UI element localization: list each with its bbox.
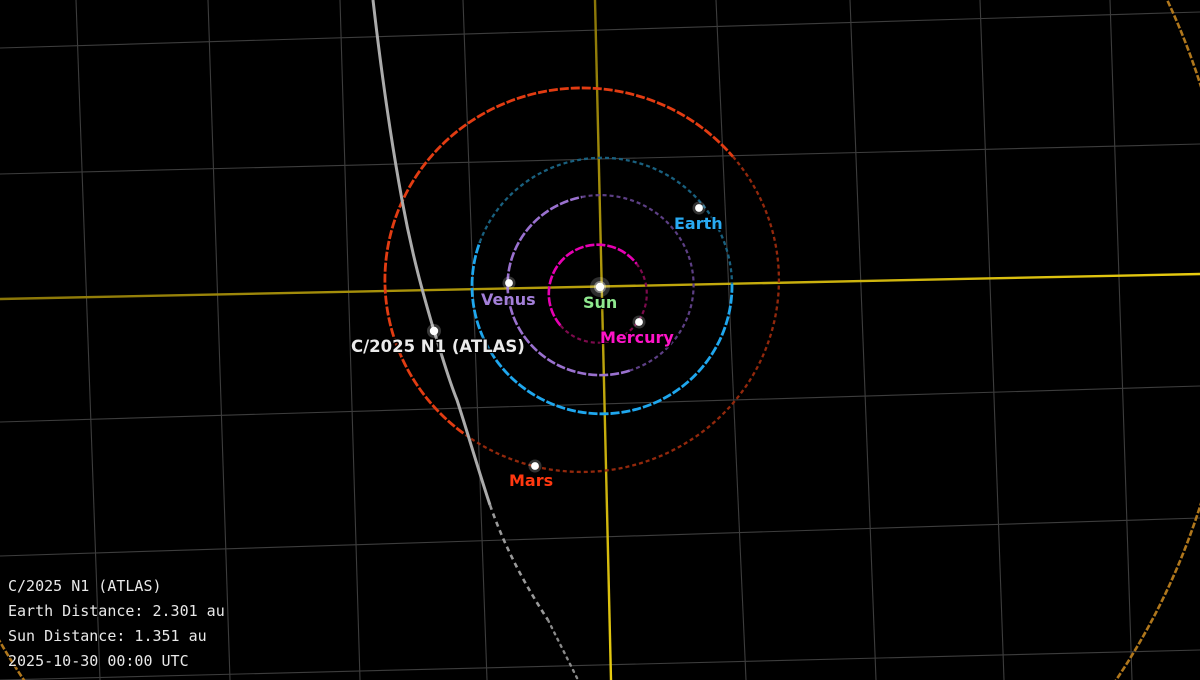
mars-orbit-above-plane [385,88,733,433]
mars-label: Mars [509,472,553,489]
venus-marker [503,277,516,290]
venus-label: Venus [481,291,536,308]
info-earth-distance: Earth Distance: 2.301 au [8,599,225,624]
orbit-viewer-canvas[interactable]: Sun Mercury Venus Earth Mars C/2025 N1 (… [0,0,1200,680]
info-object-name: C/2025 N1 (ATLAS) [8,574,225,599]
comet-label: C/2025 N1 (ATLAS) [351,338,525,355]
info-datetime: 2025-10-30 00:00 UTC [8,649,225,674]
grid-line [0,12,1200,48]
info-panel: C/2025 N1 (ATLAS) Earth Distance: 2.301 … [8,574,225,674]
mercury-marker [633,316,646,329]
grid-line [980,0,1004,680]
grid-line [0,518,1200,556]
grid-line [1110,0,1132,680]
sun-label: Sun [583,294,617,311]
comet-trajectory-faint [490,505,548,620]
earth-marker [693,202,706,215]
mercury-label: Mercury [600,329,674,346]
earth-label: Earth [674,215,723,232]
comet-trajectory-dotted [548,620,578,680]
mars-orbit-below-plane [463,157,779,472]
grid-line [850,0,876,680]
grid-line [0,386,1200,422]
comet-marker [427,324,441,338]
info-sun-distance: Sun Distance: 1.351 au [8,624,225,649]
